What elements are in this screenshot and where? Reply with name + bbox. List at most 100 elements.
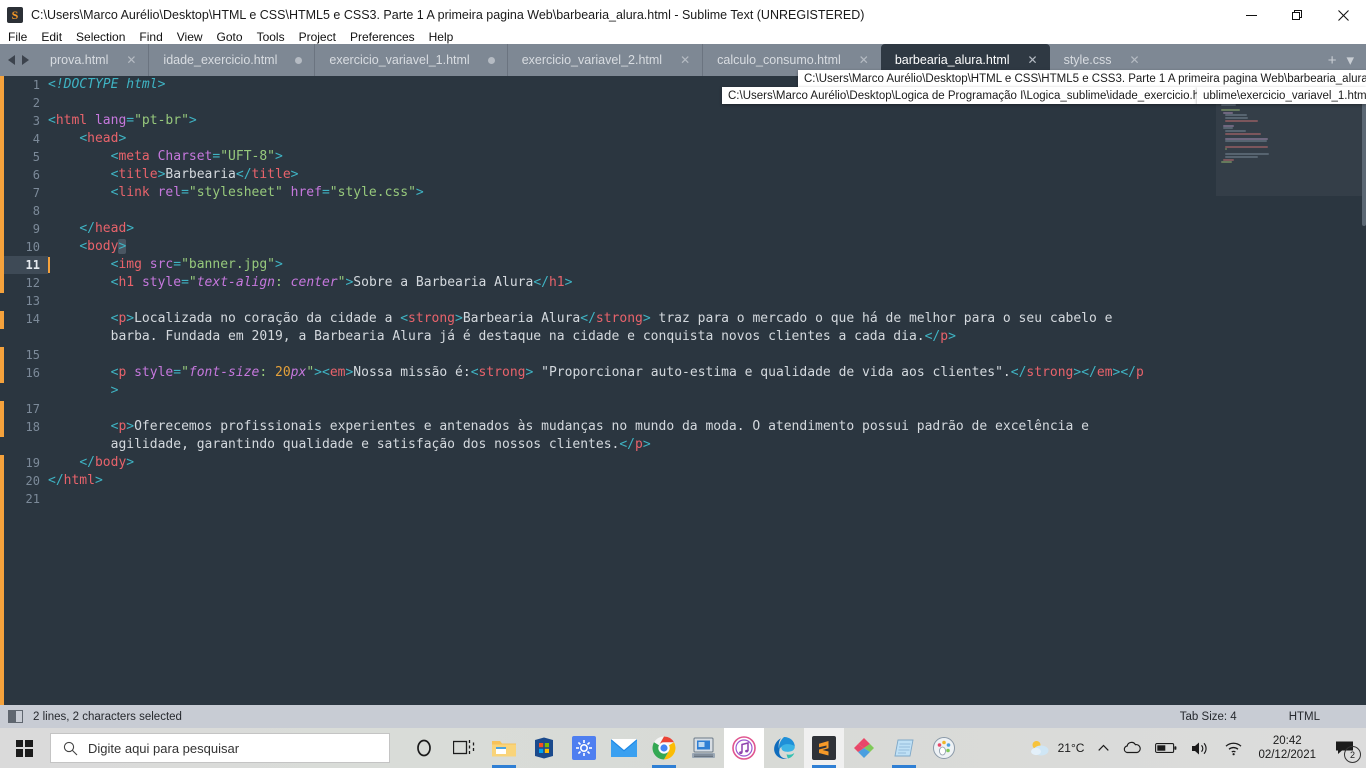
line-number: 1 xyxy=(32,78,40,92)
code-line[interactable]: <title>Barbearia</title> xyxy=(48,166,1366,184)
visual-studio-icon[interactable] xyxy=(844,728,884,768)
menu-item-preferences[interactable]: Preferences xyxy=(350,30,415,44)
menu-item-tools[interactable]: Tools xyxy=(257,30,285,44)
microsoft-edge-icon[interactable] xyxy=(764,728,804,768)
tab-overflow-icon[interactable]: ▾ xyxy=(1346,51,1354,69)
menu-item-file[interactable]: File xyxy=(8,30,27,44)
menu-item-edit[interactable]: Edit xyxy=(41,30,62,44)
line-number: 9 xyxy=(32,222,40,236)
code-line[interactable]: <p>Localizada no coração da cidade a <st… xyxy=(48,310,1366,328)
tab-prova-html[interactable]: prova.html ✕ xyxy=(36,44,148,76)
file-explorer-icon[interactable] xyxy=(484,728,524,768)
code-line[interactable]: agilidade, garantindo qualidade e satisf… xyxy=(48,436,1366,454)
tab-label: barbearia_alura.html xyxy=(894,53,1010,67)
cortana-icon[interactable] xyxy=(404,728,444,768)
code-line[interactable] xyxy=(48,202,1366,220)
task-view-icon[interactable] xyxy=(444,728,484,768)
menu-bar: File Edit Selection Find View Goto Tools… xyxy=(0,30,1366,44)
settings-icon[interactable] xyxy=(564,728,604,768)
mail-icon[interactable] xyxy=(604,728,644,768)
tab-close-icon[interactable]: ✕ xyxy=(1028,54,1038,66)
tab-exercicio-variavel-1-html[interactable]: exercicio_variavel_1.html xyxy=(314,44,506,76)
tab-label: calculo_consumo.html xyxy=(717,53,841,67)
tab-size-status[interactable]: Tab Size: 4 xyxy=(1180,711,1237,723)
code-line[interactable]: <p style="font-size: 20px"><em>Nossa mis… xyxy=(48,364,1366,382)
tab-label: exercicio_variavel_2.html xyxy=(521,53,663,67)
code-line[interactable] xyxy=(48,292,1366,310)
remote-desktop-icon[interactable] xyxy=(684,728,724,768)
notification-center-button[interactable]: 2 xyxy=(1324,728,1366,768)
menu-item-goto[interactable]: Goto xyxy=(217,30,243,44)
code-line[interactable]: </head> xyxy=(48,220,1366,238)
code-line[interactable]: </body> xyxy=(48,454,1366,472)
code-content[interactable]: <!DOCTYPE html> <html lang="pt-br"> <hea… xyxy=(48,76,1366,705)
menu-item-help[interactable]: Help xyxy=(429,30,454,44)
selection-status: 2 lines, 2 characters selected xyxy=(33,710,182,723)
weather-widget[interactable]: 21°C xyxy=(1022,728,1092,768)
paint-icon[interactable] xyxy=(924,728,964,768)
weather-temperature: 21°C xyxy=(1057,741,1085,755)
taskbar-clock[interactable]: 20:42 02/12/2021 xyxy=(1250,734,1324,762)
microsoft-store-icon[interactable] xyxy=(524,728,564,768)
line-number-gutter: 1 2 3 4 5 6 7 8 9 10 11 12 13 14 15 16 17 18 19 20 21 xyxy=(4,76,48,705)
onedrive-icon[interactable] xyxy=(1116,728,1148,768)
tooltip-active-file-path: C:\Users\Marco Aurélio\Desktop\HTML e CS… xyxy=(798,70,1366,87)
window-controls xyxy=(1228,0,1366,30)
maximize-restore-button[interactable] xyxy=(1274,0,1320,30)
code-line[interactable] xyxy=(48,346,1366,364)
line-number: 17 xyxy=(25,402,40,416)
minimize-button[interactable] xyxy=(1228,0,1274,30)
tab-unsaved-dot-icon[interactable] xyxy=(295,56,303,64)
tab-unsaved-dot-icon[interactable] xyxy=(487,56,495,64)
itunes-icon[interactable] xyxy=(724,728,764,768)
line-number: 11 xyxy=(4,256,48,274)
code-line[interactable] xyxy=(48,490,1366,508)
taskbar-search-input[interactable]: Digite aqui para pesquisar xyxy=(50,733,390,763)
code-line[interactable]: <body> xyxy=(48,238,1366,256)
line-number: 8 xyxy=(32,204,40,218)
tab-label: style.css xyxy=(1063,53,1112,67)
code-editor[interactable]: 1 2 3 4 5 6 7 8 9 10 11 12 13 14 15 16 17 18 19 20 21 <!DOCT… xyxy=(0,76,1366,705)
sidebar-toggle-icon[interactable] xyxy=(8,710,23,723)
menu-item-view[interactable]: View xyxy=(177,30,203,44)
code-line[interactable]: <meta Charset="UFT-8"> xyxy=(48,148,1366,166)
code-line[interactable]: barba. Fundada em 2019, a Barbearia Alur… xyxy=(48,328,1366,346)
minimap[interactable] xyxy=(1216,76,1366,705)
tab-close-icon[interactable]: ✕ xyxy=(126,54,136,66)
minimap-line xyxy=(1224,119,1258,122)
new-tab-icon[interactable]: + xyxy=(1328,52,1337,69)
volume-icon[interactable] xyxy=(1184,728,1217,768)
sublime-text-icon[interactable] xyxy=(804,728,844,768)
menu-item-project[interactable]: Project xyxy=(299,30,336,44)
line-number: 5 xyxy=(32,150,40,164)
tray-overflow-button[interactable] xyxy=(1091,728,1116,768)
notepad-icon[interactable] xyxy=(884,728,924,768)
minimap-line xyxy=(1221,161,1232,164)
code-line[interactable]: <link rel="stylesheet" href="style.css"> xyxy=(48,184,1366,202)
tab-close-icon[interactable]: ✕ xyxy=(680,54,690,66)
tab-idade-exercicio-html[interactable]: idade_exercicio.html xyxy=(148,44,314,76)
tab-close-icon[interactable]: ✕ xyxy=(1130,54,1140,66)
code-line[interactable]: <head> xyxy=(48,130,1366,148)
code-line[interactable] xyxy=(48,400,1366,418)
code-line[interactable]: <p>Oferecemos profissionais experientes … xyxy=(48,418,1366,436)
battery-icon[interactable] xyxy=(1148,728,1184,768)
close-button[interactable] xyxy=(1320,0,1366,30)
tab-exercicio-variavel-2-html[interactable]: exercicio_variavel_2.html ✕ xyxy=(506,44,702,76)
wifi-icon[interactable] xyxy=(1217,728,1250,768)
code-line[interactable]: <h1 style="text-align: center">Sobre a B… xyxy=(48,274,1366,292)
code-line[interactable]: </html> xyxy=(48,472,1366,490)
google-chrome-icon[interactable] xyxy=(644,728,684,768)
line-number: 4 xyxy=(32,132,40,146)
menu-item-selection[interactable]: Selection xyxy=(76,30,125,44)
system-tray: 21°C 20:42 02/12/2021 2 xyxy=(1022,728,1366,768)
tooltip-secondary-file-path: ublime\exercicio_variavel_1.html xyxy=(1197,87,1366,104)
code-line[interactable]: <html lang="pt-br"> xyxy=(48,112,1366,130)
code-line[interactable]: > xyxy=(48,382,1366,400)
syntax-status[interactable]: HTML xyxy=(1289,711,1320,723)
tab-scroll-arrows[interactable] xyxy=(0,44,36,76)
menu-item-find[interactable]: Find xyxy=(139,30,162,44)
code-line[interactable]: <img src="banner.jpg"> xyxy=(48,256,1366,274)
tab-close-icon[interactable]: ✕ xyxy=(859,54,869,66)
start-button[interactable] xyxy=(0,728,48,768)
